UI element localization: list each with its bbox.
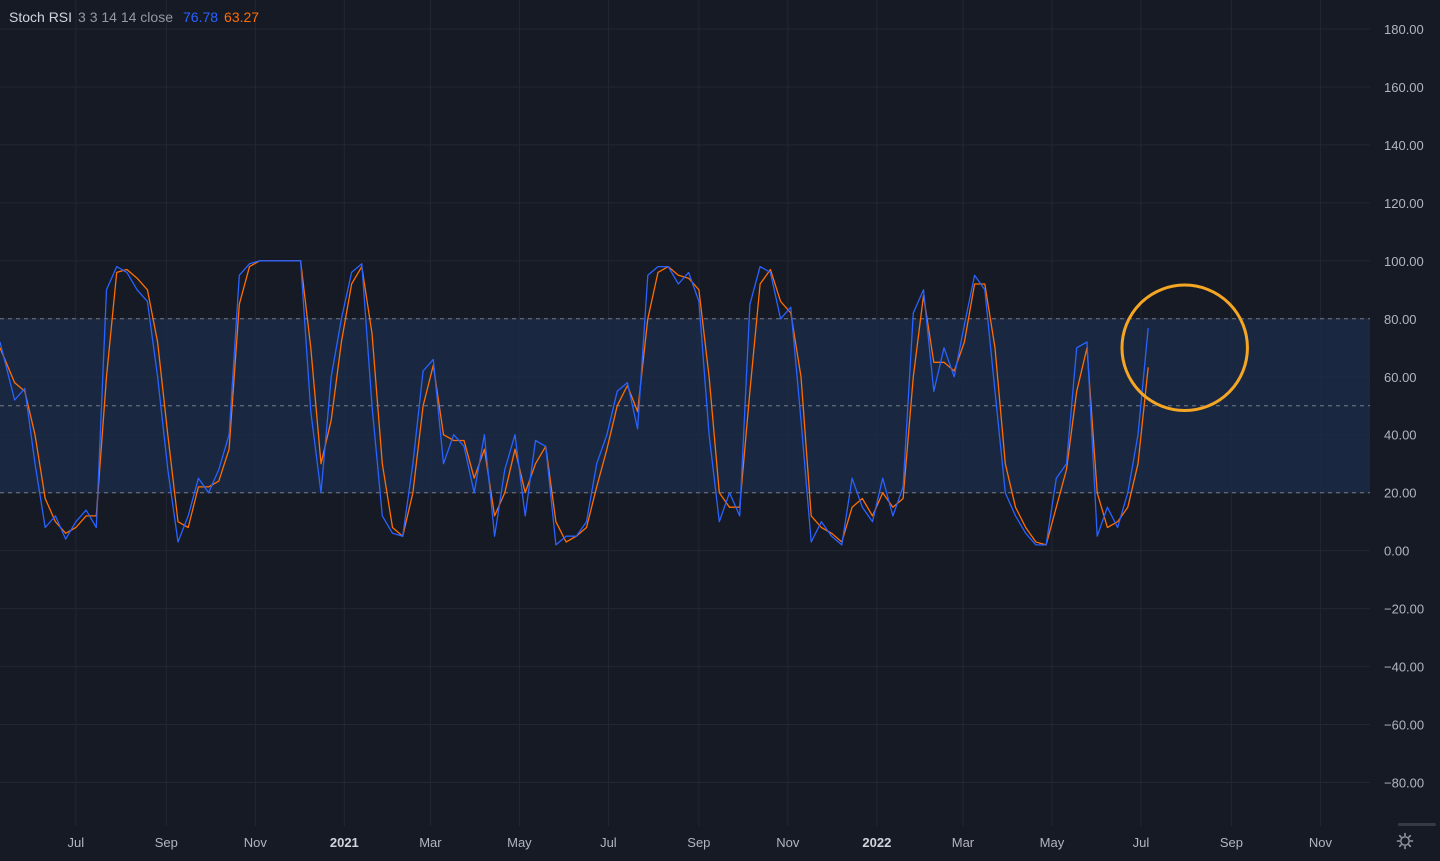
y-tick-label: −20.00 [1384,602,1424,617]
x-tick-label: Nov [244,835,268,850]
y-tick-label: 60.00 [1384,370,1417,385]
y-tick-label: −60.00 [1384,718,1424,733]
y-tick-label: 0.00 [1384,544,1409,559]
x-tick-label: Jul [600,835,617,850]
y-tick-label: 100.00 [1384,254,1424,269]
x-tick-label: Jul [68,835,85,850]
k-value: 76.78 [183,9,219,25]
axis-scroll-handle[interactable] [1398,823,1436,826]
x-tick-label: May [507,835,532,850]
y-tick-label: 40.00 [1384,428,1417,443]
stoch-rsi-chart[interactable]: 180.00 160.00 140.00 120.00 100.00 80.00 60.00… [0,0,1440,856]
y-tick-label: 160.00 [1384,80,1424,95]
x-tick-label: Sep [155,835,178,850]
gear-icon [1396,832,1414,850]
y-tick-label: −40.00 [1384,660,1424,675]
y-tick-label: 80.00 [1384,312,1417,327]
x-tick-label: Mar [419,835,442,850]
indicator-legend[interactable]: Stoch RSI 3 3 14 14 close 76.78 63.27 [9,9,259,25]
y-tick-label: 20.00 [1384,486,1417,501]
y-tick-label: 180.00 [1384,22,1424,37]
x-tick-label: 2022 [862,835,891,850]
indicator-params: 3 3 14 14 close [78,9,173,25]
x-tick-label: Sep [687,835,710,850]
settings-button[interactable] [1392,828,1418,854]
x-tick-label: 2021 [330,835,359,850]
y-tick-label: −80.00 [1384,776,1424,791]
y-tick-label: 120.00 [1384,196,1424,211]
price-axis[interactable]: 180.00 160.00 140.00 120.00 100.00 80.00 60.00… [1370,0,1440,856]
x-tick-label: Nov [776,835,800,850]
chart-canvas[interactable]: 180.00 160.00 140.00 120.00 100.00 80.00 60.00… [0,0,1440,856]
x-tick-label: Mar [952,835,975,850]
x-tick-label: May [1040,835,1065,850]
time-axis[interactable]: Jul Sep Nov 2021 Mar May Jul Sep Nov 2022 Mar May Ju… [0,826,1440,856]
x-tick-label: Jul [1133,835,1150,850]
d-value: 63.27 [224,9,260,25]
y-tick-label: 140.00 [1384,138,1424,153]
indicator-name: Stoch RSI [9,9,73,25]
x-tick-label: Sep [1220,835,1243,850]
x-tick-label: Nov [1309,835,1333,850]
